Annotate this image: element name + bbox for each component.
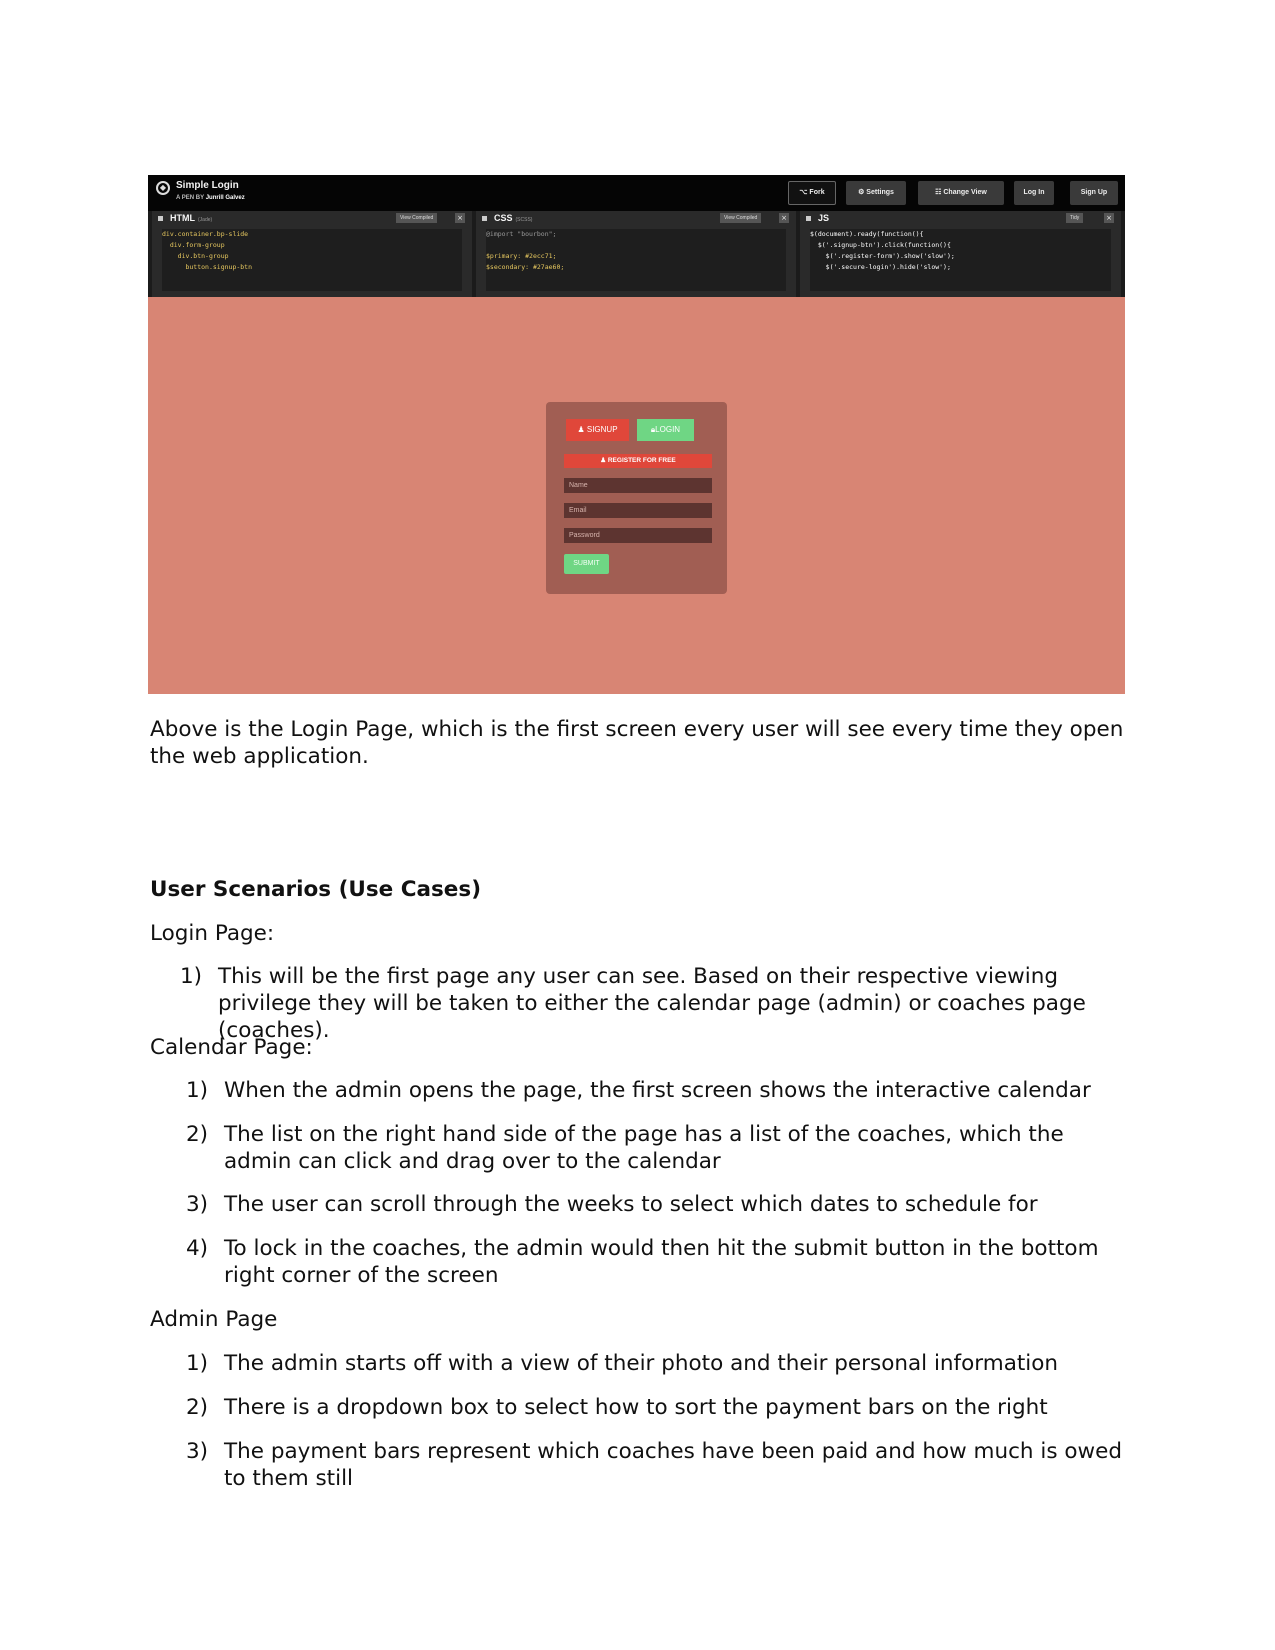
js-pane-title: JS (818, 213, 830, 223)
html-code[interactable]: div.container.bp-slide div.form-group di… (162, 229, 462, 291)
code-line: $secondary: #27ae60; (486, 263, 565, 271)
code-line: button.signup-btn (162, 263, 253, 271)
fork-button[interactable]: ⌥ Fork (788, 181, 836, 205)
code-line: $('.register-form').show('slow'); (810, 252, 955, 260)
css-pane-header: CSS (SCSS) View Compiled × (476, 211, 796, 225)
code-line: $('.signup-btn').click(function(){ (810, 241, 951, 249)
list-number: 4) (186, 1236, 209, 1261)
login-page-screenshot: ◆ Simple Login A PEN BY Junrill Galvez ⌥… (148, 175, 1125, 694)
list-text: The list on the right hand side of the p… (224, 1122, 1064, 1174)
js-code[interactable]: $(document).ready(function(){ $('.signup… (810, 229, 1111, 291)
sign-up-button[interactable]: Sign Up (1070, 181, 1118, 205)
list-text: This will be the first page any user can… (218, 964, 1086, 1043)
code-line: div.btn-group (162, 252, 229, 260)
html-pane-header: HTML (Jade) View Compiled × (152, 211, 472, 225)
tidy-button[interactable]: Tidy (1066, 213, 1084, 223)
editor-panes: HTML (Jade) View Compiled × div.container… (148, 211, 1125, 297)
log-in-button[interactable]: Log In (1014, 181, 1054, 205)
codepen-logo-icon: ◆ (156, 181, 170, 195)
code-line: $(document).ready(function(){ (810, 230, 924, 238)
pen-author-prefix: A PEN BY (176, 195, 205, 201)
signup-button[interactable]: ♟ SIGNUP (566, 419, 629, 441)
view-compiled-button[interactable]: View Compiled (720, 213, 762, 223)
submit-button[interactable]: SUBMIT (564, 554, 609, 574)
list-text: There is a dropdown box to select how to… (224, 1395, 1048, 1420)
login-page-title: Login Page: (150, 921, 275, 946)
code-line: div.container.bp-slide (162, 230, 249, 238)
close-icon[interactable]: × (779, 213, 789, 223)
change-view-button[interactable]: ☷ Change View (918, 181, 1004, 205)
list-text: The admin starts off with a view of thei… (224, 1351, 1059, 1376)
email-field[interactable]: Email (564, 503, 712, 518)
pen-title: Simple Login (176, 180, 239, 191)
section-heading: User Scenarios (Use Cases) (150, 877, 482, 902)
list-number: 3) (186, 1439, 209, 1464)
list-text: To lock in the coaches, the admin would … (224, 1236, 1099, 1288)
name-field[interactable]: Name (564, 478, 712, 493)
list-text: The user can scroll through the weeks to… (224, 1192, 1038, 1217)
settings-button[interactable]: ⚙ Settings (846, 181, 906, 205)
user-icon: ♟ (600, 457, 608, 464)
screenshot-caption: Above is the Login Page, which is the fi… (150, 717, 1124, 769)
code-line: $primary: #2ecc71; (486, 252, 557, 260)
code-line: $('.secure-login').hide('slow'); (810, 263, 951, 271)
list-number: 2) (186, 1395, 209, 1420)
pane-toggle-icon[interactable] (482, 216, 487, 221)
user-icon: ♟ (577, 425, 587, 434)
css-pane: CSS (SCSS) View Compiled × @import "bourb… (476, 211, 796, 297)
pen-author-name[interactable]: Junrill Galvez (206, 195, 245, 201)
calendar-page-title: Calendar Page: (150, 1035, 313, 1060)
register-for-free-button[interactable]: ♟ REGISTER FOR FREE (564, 454, 712, 468)
js-pane-header: JS Tidy × (800, 211, 1121, 225)
js-pane: JS Tidy × $(document).ready(function(){ … (800, 211, 1121, 297)
login-box: ♟ SIGNUP 🔒︎LOGIN ♟ REGISTER FOR FREE Nam… (546, 402, 727, 594)
close-icon[interactable]: × (455, 213, 465, 223)
code-line: @import "bourbon"; (486, 230, 557, 238)
list-number: 1) (186, 1351, 209, 1376)
close-icon[interactable]: × (1104, 213, 1114, 223)
list-number: 2) (186, 1122, 209, 1147)
list-number: 1) (186, 1078, 209, 1103)
pane-toggle-icon[interactable] (158, 216, 163, 221)
css-code[interactable]: @import "bourbon"; $primary: #2ecc71; $s… (486, 229, 786, 291)
login-button[interactable]: 🔒︎LOGIN (637, 419, 694, 441)
list-number: 1) (180, 964, 203, 989)
code-line: div.form-group (162, 241, 225, 249)
pane-toggle-icon[interactable] (806, 216, 811, 221)
password-field[interactable]: Password (564, 528, 712, 543)
css-pane-title: CSS (SCSS) (494, 213, 533, 223)
list-text: The payment bars represent which coaches… (224, 1439, 1122, 1491)
pen-author: A PEN BY Junrill Galvez (176, 195, 245, 201)
html-pane: HTML (Jade) View Compiled × div.container… (152, 211, 472, 297)
admin-page-title: Admin Page (150, 1307, 278, 1332)
view-compiled-button[interactable]: View Compiled (396, 213, 438, 223)
list-number: 3) (186, 1192, 209, 1217)
html-pane-title: HTML (Jade) (170, 213, 213, 223)
list-text: When the admin opens the page, the first… (224, 1078, 1091, 1103)
pen-topbar: ◆ Simple Login A PEN BY Junrill Galvez ⌥… (148, 175, 1125, 211)
